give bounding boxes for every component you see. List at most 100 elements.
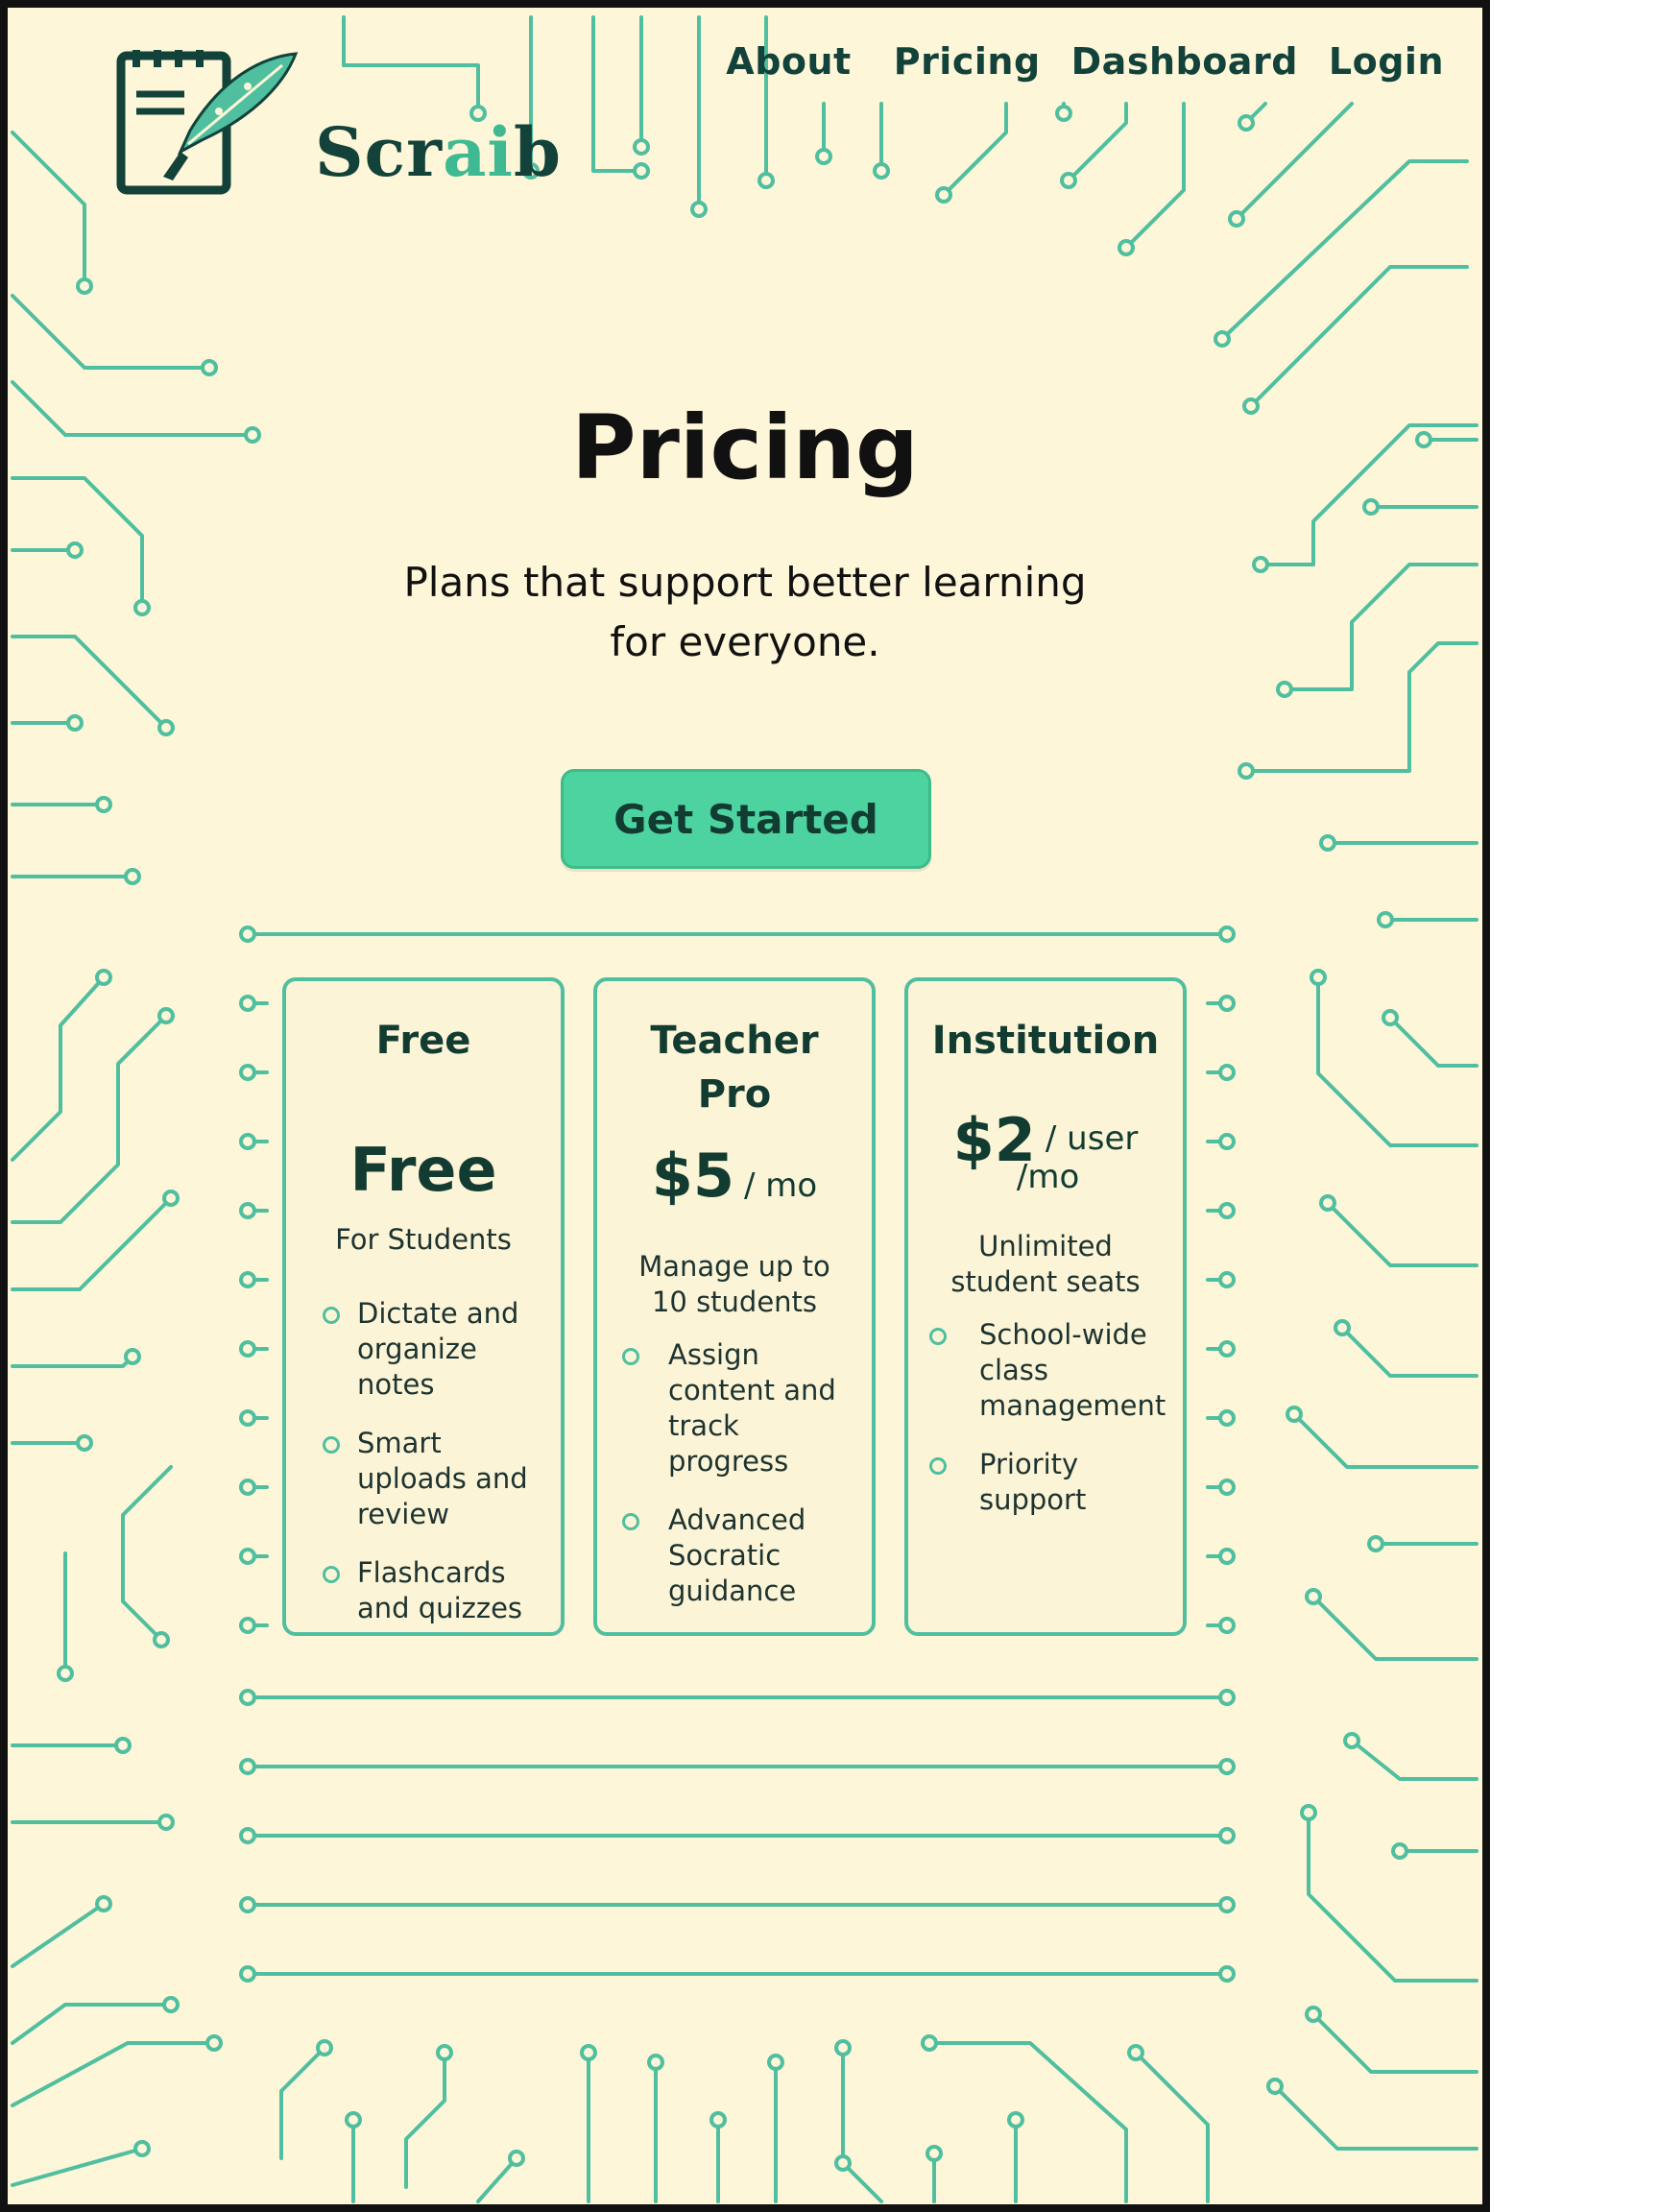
circuit-pad <box>1343 1732 1360 1749</box>
bullet-icon <box>323 1307 340 1324</box>
circuit-pad <box>1218 1271 1236 1288</box>
circuit-trace <box>11 1355 134 1368</box>
nav-about[interactable]: About <box>726 40 851 83</box>
feature-item: Assign content and track progress <box>597 1337 853 1479</box>
circuit-pad <box>239 1271 256 1288</box>
circuit-pad <box>1060 172 1077 189</box>
circuit-trace <box>11 1014 168 1224</box>
circuit-trace <box>11 1902 106 1968</box>
plan-title: Free <box>375 1019 471 1063</box>
circuit-pad <box>316 2039 333 2056</box>
plan-price: Free <box>349 1135 497 1205</box>
circuit-pad <box>239 1479 256 1496</box>
circuit-trace <box>1326 1201 1479 1267</box>
circuit-pad <box>153 1631 170 1648</box>
circuit-pad <box>1214 330 1231 348</box>
circuit-trace <box>1307 1811 1479 1983</box>
nav-dashboard[interactable]: Dashboard <box>1071 40 1298 83</box>
circuit-pad <box>239 1758 256 1775</box>
circuit-pad <box>239 995 256 1012</box>
circuit-pad <box>157 1814 175 1831</box>
circuit-pad <box>1252 556 1269 573</box>
plan-title: Institution <box>931 1019 1160 1063</box>
circuit-pad <box>1362 498 1380 516</box>
circuit-pad <box>133 2140 151 2157</box>
circuit-trace <box>11 635 168 730</box>
circuit-pad <box>935 186 952 204</box>
circuit-pad <box>239 1409 256 1427</box>
circuit-pad <box>1218 926 1236 943</box>
plan-tagline: For Students <box>335 1223 512 1256</box>
plan-features: School-wide class management Priority su… <box>908 1317 1183 1518</box>
circuit-pad <box>76 277 93 295</box>
circuit-pad <box>1118 239 1135 256</box>
circuit-pad <box>345 2111 362 2128</box>
page-subtitle: Plans that support better learning for ev… <box>403 559 1087 665</box>
feature-item: Priority support <box>908 1447 1164 1518</box>
circuit-pad <box>633 162 650 180</box>
circuit-pad <box>1228 210 1245 228</box>
circuit-pad <box>815 148 832 165</box>
circuit-pad <box>1218 1827 1236 1844</box>
get-started-button[interactable]: Get Started <box>561 769 931 869</box>
circuit-trace <box>942 102 1008 197</box>
circuit-pad <box>1218 1617 1236 1634</box>
circuit-pad <box>201 359 218 376</box>
nav-login[interactable]: Login <box>1329 40 1444 83</box>
circuit-trace <box>1340 1326 1479 1378</box>
circuit-pad <box>205 2034 223 2052</box>
feature-item: Advanced Socratic guidance <box>597 1503 853 1609</box>
plan-card-teacher-pro[interactable]: Teacher Pro $5 / mo Manage up to 10 studen… <box>593 977 876 1636</box>
circuit-trace <box>11 294 211 370</box>
circuit-pad <box>1218 1689 1236 1706</box>
circuit-pad <box>1218 1479 1236 1496</box>
nav-pricing[interactable]: Pricing <box>894 40 1041 83</box>
circuit-trace <box>279 2046 326 2160</box>
circuit-pad <box>1238 762 1255 780</box>
circuit-pad <box>873 162 890 180</box>
circuit-pad <box>239 1064 256 1081</box>
circuit-pad <box>1310 969 1327 986</box>
circuit-pad <box>239 1689 256 1706</box>
circuit-pad <box>162 1996 180 2013</box>
plan-tagline: Unlimited student seats <box>950 1230 1141 1298</box>
plan-card-free[interactable]: Free Free For Students Dictate and organ… <box>282 977 565 1636</box>
plan-features: Assign content and track progress Advanc… <box>597 1337 872 1609</box>
circuit-trace <box>11 2147 144 2187</box>
bullet-icon <box>323 1436 340 1454</box>
circuit-pad <box>1266 2078 1284 2095</box>
feature-item: Smart uploads and review <box>286 1426 543 1532</box>
circuit-pad <box>1377 911 1394 928</box>
circuit-pad <box>1319 1194 1336 1212</box>
circuit-pad <box>239 1827 256 1844</box>
circuit-trace <box>1311 1595 1479 1661</box>
bullet-icon <box>929 1457 947 1475</box>
brand-name: Scraib <box>315 112 562 192</box>
circuit-pad <box>580 2044 597 2061</box>
circuit-pad <box>633 138 650 156</box>
circuit-pad <box>1055 105 1072 122</box>
circuit-pad <box>1218 1064 1236 1081</box>
top-nav: About Pricing Dashboard Login <box>726 40 1444 83</box>
circuit-pad <box>124 1348 141 1365</box>
circuit-trace <box>1124 102 1186 250</box>
circuit-pad <box>1218 1340 1236 1358</box>
circuit-pad <box>926 2145 943 2162</box>
circuit-pad <box>162 1190 180 1207</box>
circuit-pad <box>95 796 112 813</box>
circuit-pad <box>834 2039 852 2056</box>
bullet-icon <box>622 1348 639 1365</box>
circuit-trace <box>11 131 86 288</box>
circuit-pad <box>690 201 708 218</box>
plan-price-row: Free <box>286 1135 561 1205</box>
plan-unit: / mo <box>744 1166 818 1205</box>
circuit-trace <box>1067 102 1128 182</box>
plan-tagline: Manage up to 10 students <box>638 1250 830 1318</box>
brand-logo[interactable]: Scraib <box>113 44 562 198</box>
plan-card-institution[interactable]: Institution $2 / user/mo Unlimited studen… <box>904 977 1187 1636</box>
circuit-trace <box>11 975 106 1162</box>
circuit-pad <box>1218 1409 1236 1427</box>
circuit-trace <box>1283 563 1479 691</box>
circuit-trace <box>1273 2084 1479 2151</box>
circuit-pad <box>1334 1319 1351 1336</box>
